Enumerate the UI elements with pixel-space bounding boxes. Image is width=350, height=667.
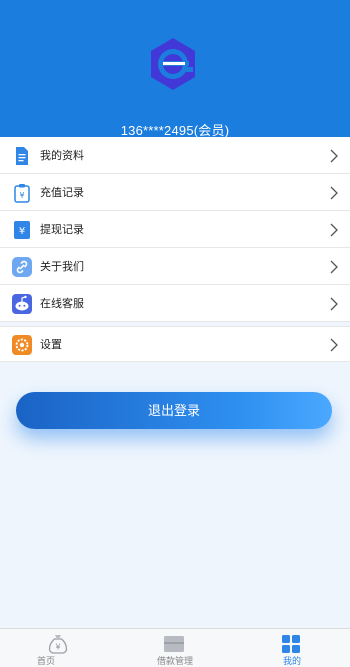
- money-bag-icon: ¥: [48, 635, 68, 654]
- chevron-right-icon: [330, 149, 338, 163]
- profile-menu: 我的资料 ¥ 充值记录 ¥ 提现记录 关于我们 在线客服: [0, 137, 350, 322]
- tab-home[interactable]: ¥ 首页: [0, 629, 116, 667]
- menu-item-online-service[interactable]: 在线客服: [0, 285, 350, 322]
- settings-icon: [12, 335, 32, 355]
- svg-text:¥: ¥: [55, 643, 60, 652]
- chevron-right-icon: [330, 223, 338, 237]
- chevron-right-icon: [330, 338, 338, 352]
- menu-item-settings[interactable]: 设置: [0, 327, 350, 361]
- loan-box-icon: [164, 636, 184, 652]
- menu-item-label: 提现记录: [40, 224, 84, 236]
- menu-item-my-profile[interactable]: 我的资料: [0, 137, 350, 174]
- menu-item-label: 关于我们: [40, 261, 84, 273]
- recharge-record-icon: ¥: [14, 184, 30, 203]
- chevron-right-icon: [330, 260, 338, 274]
- menu-item-withdraw-record[interactable]: ¥ 提现记录: [0, 211, 350, 248]
- chevron-right-icon: [330, 297, 338, 311]
- chevron-right-icon: [330, 186, 338, 200]
- menu-item-label: 我的资料: [40, 150, 84, 162]
- settings-group: 设置: [0, 326, 350, 362]
- tab-label: 我的: [282, 656, 301, 666]
- menu-item-label: 设置: [40, 339, 62, 351]
- menu-item-label: 充值记录: [40, 187, 84, 199]
- tab-loan-management[interactable]: 借款管理: [117, 629, 233, 667]
- svg-text:¥: ¥: [19, 191, 24, 200]
- profile-doc-icon: [16, 147, 28, 165]
- logout-button[interactable]: 退出登录: [16, 392, 332, 429]
- tab-label: 首页: [36, 656, 55, 666]
- tab-label: 借款管理: [156, 656, 193, 666]
- grid-icon: [282, 635, 300, 653]
- withdraw-record-icon: ¥: [14, 221, 30, 239]
- customer-service-icon: [12, 294, 32, 314]
- tab-mine[interactable]: 我的: [234, 629, 350, 667]
- profile-header: 136****2495(会员): [0, 0, 350, 138]
- menu-item-about-us[interactable]: 关于我们: [0, 248, 350, 285]
- link-icon: [12, 257, 32, 277]
- bottom-tab-bar: ¥ 首页 借款管理 我的: [0, 628, 350, 667]
- brand-e-logo-icon: [151, 38, 195, 90]
- menu-item-label: 在线客服: [40, 298, 84, 310]
- menu-item-recharge-record[interactable]: ¥ 充值记录: [0, 174, 350, 211]
- svg-text:¥: ¥: [19, 226, 25, 237]
